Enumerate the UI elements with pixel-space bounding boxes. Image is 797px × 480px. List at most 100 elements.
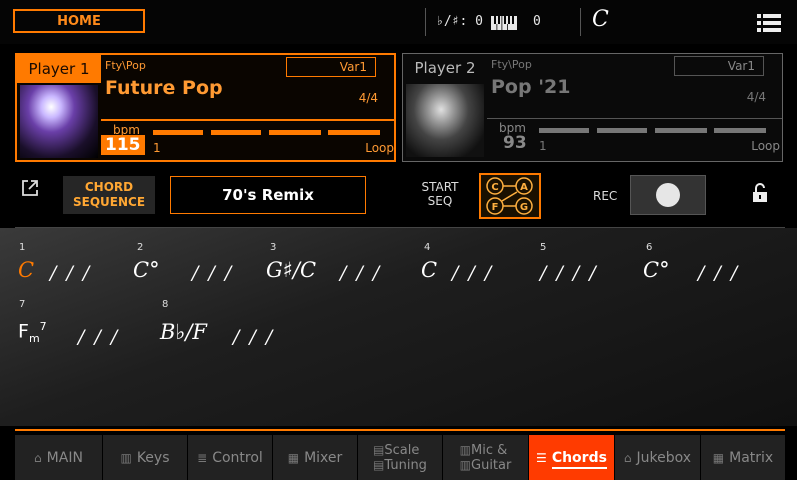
tab-chords[interactable]: ☰ Chords [529,435,614,480]
beat-slashes: / / / [233,326,275,348]
tab-keys[interactable]: ▥ Keys [103,435,187,480]
transpose-readout[interactable]: ♭/♯: 0 [436,14,483,29]
chord-symbol[interactable]: G♯/C [266,258,316,282]
style-genre: Fty\Pop [491,58,532,71]
player-2-panel[interactable]: Player 2 Fty\Pop Var1 Pop '21 4/4 bpm 93… [402,53,783,162]
mic-icon: ▥ [459,442,471,457]
diagram-letter: C [491,182,498,193]
tab-scale-tuning[interactable]: ▤Scale ▤Tuning [358,435,442,480]
beat-slashes: / / / [340,262,382,284]
bar-number: 8 [162,299,169,310]
mixer-icon: ▦ [287,450,300,465]
bar-number: 5 [540,242,547,253]
expand-icon[interactable] [20,178,40,202]
loop-label: Loop [365,141,394,155]
beat-slashes: / / / [78,326,120,348]
meter: 4/4 [358,91,378,105]
chord-sequence-button[interactable]: CHORD SEQUENCE [63,176,155,214]
keyboard-icon [491,15,517,34]
chords-icon: ☰ [536,450,547,465]
beat-count: 1 [153,141,161,155]
rec-button[interactable] [630,175,706,215]
tempo-section: bpm 115 1 Loop [101,119,396,164]
diagram-letter: A [520,182,528,193]
tab-main[interactable]: ⌂ MAIN [15,435,102,480]
guitar-icon: ▥ [459,457,471,472]
beat-bar [714,128,766,133]
diagram-letter: F [492,202,499,213]
bar-number: 1 [19,242,26,253]
tuning-icon: ▤ [373,457,385,472]
variation-box[interactable]: Var1 [286,57,376,77]
beat-bar [539,128,589,133]
bar-number: 2 [137,242,144,253]
tab-label: Chords [551,449,607,469]
beat-slashes: / / / [698,262,740,284]
beat-slashes: / / / [452,262,494,284]
meter: 4/4 [746,90,766,104]
style-name[interactable]: Pop '21 [491,76,570,98]
matrix-icon: ▦ [712,450,725,465]
tab-label: Control [212,449,263,466]
tab-label: Matrix [729,449,774,466]
tab-mixer[interactable]: ▦ Mixer [273,435,357,480]
beat-count: 1 [539,139,547,153]
beat-slashes: / / / / [540,262,598,284]
beat-bar [211,130,261,135]
chord-readout: C [592,7,609,32]
chord-symbol[interactable]: C [421,258,437,282]
keyboard-readout[interactable]: 0 [533,14,541,29]
chord-symbol[interactable]: C° [643,258,670,282]
chord-symbol[interactable]: B♭/F [160,320,207,344]
beat-slashes: / / / [50,262,92,284]
tab-control[interactable]: ≣ Control [188,435,272,480]
tab-label: Tuning [384,457,427,473]
chord-sequence-label: SEQUENCE [72,195,146,209]
tab-label: MAIN [46,449,83,466]
style-thumbnail [406,84,484,157]
loop-label: Loop [751,139,780,153]
nav-divider [15,429,785,431]
bar-number: 4 [424,242,431,253]
chord-symbol[interactable]: C° [133,258,160,282]
chord-symbol[interactable]: C [18,258,34,282]
bar-number: 3 [270,242,277,253]
style-genre: Fty\Pop [105,59,146,72]
beat-bar [153,130,203,135]
bar-number: 6 [646,242,653,253]
variation-box[interactable]: Var1 [674,56,764,76]
start-label: START [421,180,459,194]
rec-label: REC [593,189,618,203]
menu-icon[interactable] [757,14,781,36]
start-seq-button[interactable]: C A F G [479,173,541,219]
keys-icon: ▥ [120,450,132,465]
beat-slashes: / / / [192,262,234,284]
tab-label-text: Chords [551,449,607,466]
sequence-name-field[interactable]: 70's Remix [170,176,366,214]
chord-symbol[interactable]: Fm7 [18,320,47,345]
tab-jukebox[interactable]: ⌂ Jukebox [615,435,700,480]
style-name[interactable]: Future Pop [105,77,223,99]
divider [580,8,581,36]
tab-label: Scale [384,442,420,458]
player-tab[interactable]: Player 1 [17,55,101,83]
player-1-panel[interactable]: Player 1 Fty\Pop Var1 Future Pop 4/4 bpm… [15,53,396,162]
beat-bar [597,128,647,133]
bpm-value[interactable]: 115 [101,135,145,155]
tab-label: Mic & [471,442,508,458]
beat-bar [269,130,321,135]
home-button[interactable]: HOME [13,9,145,33]
tempo-section: bpm 93 1 Loop [487,118,782,162]
control-icon: ≣ [197,450,208,465]
tab-mic-guitar[interactable]: ▥Mic & ▥Guitar [443,435,528,480]
beat-bar [328,130,380,135]
active-underline [551,466,607,469]
jukebox-icon: ⌂ [623,450,632,465]
scale-icon: ▤ [373,442,385,457]
tab-matrix[interactable]: ▦ Matrix [701,435,785,480]
bpm-value[interactable]: 93 [499,133,531,153]
player-tab[interactable]: Player 2 [403,54,487,82]
unlock-icon[interactable] [752,183,768,207]
tab-label: Guitar [471,457,512,473]
chord-sequence-grid[interactable] [0,228,797,426]
